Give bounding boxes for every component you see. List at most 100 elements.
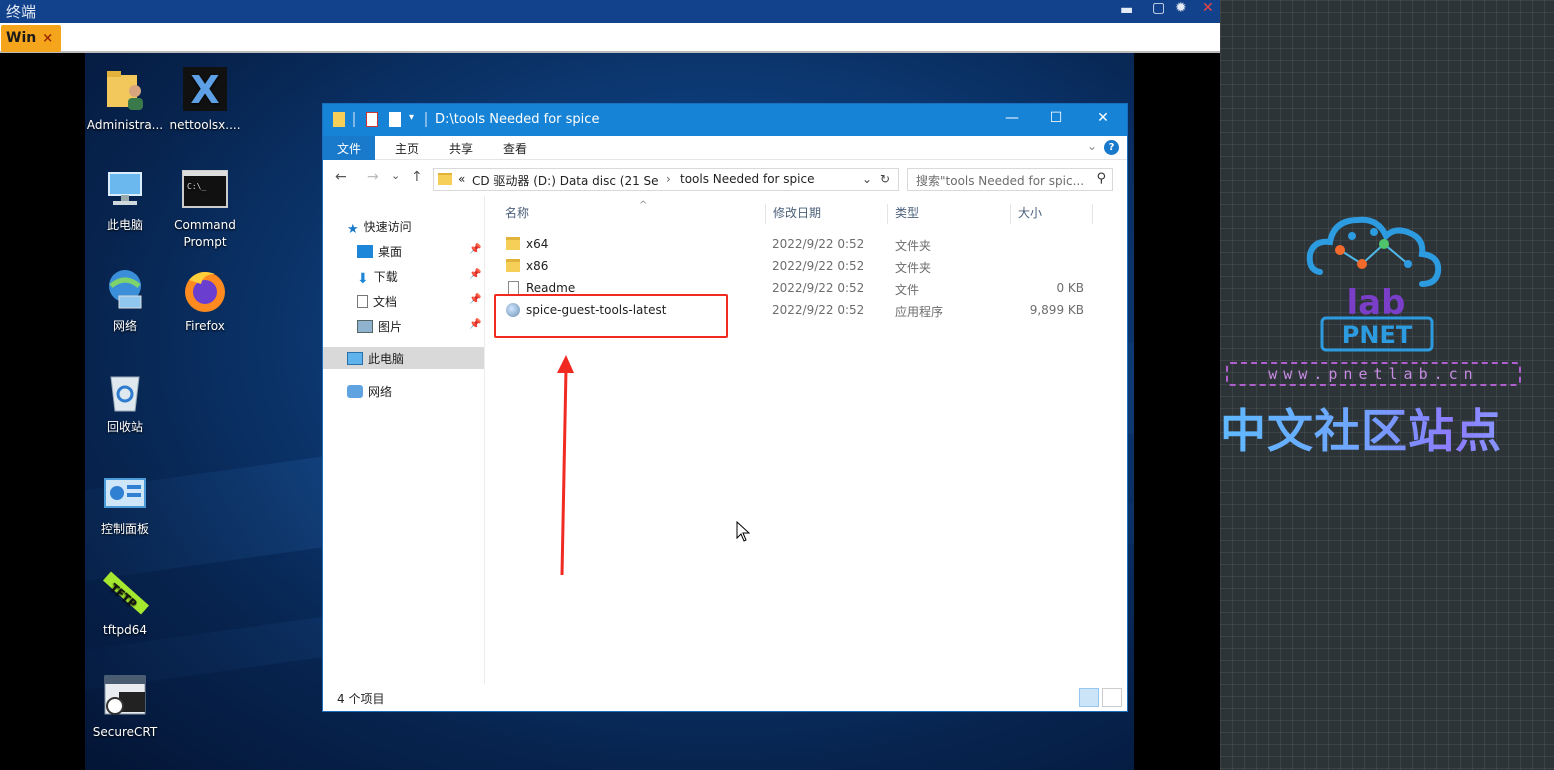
breadcrumb-folder[interactable]: tools Needed for spice [680, 172, 814, 186]
desktop-icon-label: SecureCRT [92, 725, 158, 739]
column-label: 大小 [1018, 206, 1043, 220]
maximize-button[interactable]: ☐ [1033, 110, 1079, 126]
nav-item-downloads[interactable]: ⬇ 下载 📌 [357, 268, 483, 290]
file-row[interactable]: x64 2022/9/22 0:52 文件夹 [486, 234, 1086, 256]
desktop-icon-tftpd64[interactable]: TFTP tftpd64 [85, 570, 165, 639]
remote-border-right [1134, 53, 1220, 770]
settings-icon[interactable]: ✹ [1175, 0, 1187, 16]
nav-item-desktop[interactable]: 桌面 📌 [357, 243, 483, 265]
this-pc-icon [101, 165, 149, 213]
desktop-icon-control-panel[interactable]: 控制面板 [85, 469, 165, 538]
nav-item-pictures[interactable]: 图片 📌 [357, 318, 483, 340]
tab-close-icon[interactable]: × [42, 31, 53, 46]
nav-item-quick-access[interactable]: ★ 快速访问 [347, 218, 412, 240]
column-label: 类型 [895, 206, 920, 220]
pin-icon[interactable]: 📌 [469, 244, 481, 255]
desktop-icon-command-prompt[interactable]: C:\_ Command Prompt [165, 165, 245, 251]
securecrt-icon [101, 672, 149, 720]
customize-toolbar-icon[interactable]: ▾ [409, 112, 421, 127]
new-folder-icon[interactable] [389, 112, 401, 127]
tab-win[interactable]: Win × [1, 25, 61, 52]
nav-item-this-pc[interactable]: 此电脑 [323, 347, 484, 369]
firefox-icon [181, 266, 229, 314]
forward-button[interactable]: → [367, 169, 379, 185]
recent-locations-button[interactable]: ⌄ [391, 169, 400, 182]
tab-share[interactable]: 共享 [435, 136, 487, 160]
recycle-bin-icon [101, 367, 149, 415]
file-type: 文件 [895, 283, 920, 297]
file-name: Readme [526, 281, 576, 295]
refresh-icon[interactable]: ↻ [880, 172, 890, 186]
file-type: 文件夹 [895, 239, 932, 253]
desktop-icon-recycle-bin[interactable]: 回收站 [85, 367, 165, 436]
file-row[interactable]: x86 2022/9/22 0:52 文件夹 [486, 256, 1086, 278]
separator [353, 112, 355, 127]
details-view-icon[interactable] [1079, 688, 1099, 707]
file-name: x64 [526, 237, 549, 251]
folder-icon [506, 259, 520, 272]
user-folder-icon [101, 65, 149, 113]
file-date: 2022/9/22 0:52 [772, 259, 865, 273]
explorer-titlebar[interactable]: ▾ D:\tools Needed for spice — ☐ ✕ [323, 104, 1127, 136]
tab-view[interactable]: 查看 [489, 136, 541, 160]
column-label: 修改日期 [773, 206, 822, 220]
breadcrumb-overflow[interactable]: « [458, 172, 465, 186]
desktop-icon-this-pc[interactable]: 此电脑 [85, 165, 165, 234]
desktop-icon-label: Command Prompt [174, 218, 236, 249]
minimize-icon[interactable]: ▬ [1120, 2, 1133, 18]
file-icon [508, 281, 519, 295]
item-count: 4 个项目 [337, 692, 385, 706]
breadcrumb-drive[interactable]: CD 驱动器 (D:) Data disc (21 Se [472, 172, 659, 189]
tab-label: Win [6, 30, 37, 46]
svg-text:X: X [190, 68, 219, 112]
highlight-box [494, 294, 728, 338]
restore-icon[interactable]: ▢ [1152, 0, 1165, 16]
help-icon[interactable]: ? [1104, 140, 1119, 155]
ribbon-expand-icon[interactable]: ⌄ [1087, 139, 1097, 153]
nav-item-network[interactable]: 网络 [347, 383, 392, 405]
search-input[interactable]: 搜索"tools Needed for spic... ⚲ [907, 168, 1113, 191]
column-header-type[interactable]: 类型 [888, 204, 1011, 224]
desktop-icon-securecrt[interactable]: SecureCRT [85, 672, 165, 741]
nettools-icon: X [181, 65, 229, 113]
file-date: 2022/9/22 0:52 [772, 281, 865, 295]
command-prompt-icon: C:\_ [181, 165, 229, 213]
tab-home[interactable]: 主页 [381, 136, 433, 160]
up-button[interactable]: ↑ [411, 169, 423, 185]
properties-icon[interactable] [366, 112, 378, 127]
back-button[interactable]: ← [335, 169, 347, 185]
pin-icon[interactable]: 📌 [469, 269, 481, 280]
desktop-icon-label: tftpd64 [103, 623, 147, 637]
terminal-title: 终端 [6, 3, 37, 21]
desktop-icon-label: 回收站 [106, 420, 143, 434]
minimize-button[interactable]: — [989, 110, 1035, 126]
pictures-icon [357, 320, 373, 333]
file-explorer-window[interactable]: ▾ D:\tools Needed for spice — ☐ ✕ 文件 主页 … [322, 103, 1128, 712]
nav-item-documents[interactable]: 文档 📌 [357, 293, 483, 315]
desktop-icon-administrator[interactable]: Administra... [85, 65, 165, 134]
column-header-name[interactable]: ^ 名称 [498, 200, 766, 224]
pin-icon[interactable]: 📌 [469, 319, 481, 330]
column-label: 名称 [505, 206, 530, 220]
column-header-date[interactable]: 修改日期 [766, 204, 888, 224]
address-dropdown-icon[interactable]: ⌄ [862, 172, 872, 186]
close-button[interactable]: ✕ [1080, 110, 1126, 126]
column-header-size[interactable]: 大小 [1011, 204, 1093, 224]
address-bar[interactable]: « CD 驱动器 (D:) Data disc (21 Se › tools N… [433, 168, 899, 191]
logo-chinese-title: 中文社区站点 [1220, 395, 1554, 461]
desktop-icon-label: 控制面板 [100, 522, 149, 536]
address-bar-row: ← → ⌄ ↑ « CD 驱动器 (D:) Data disc (21 Se ›… [323, 160, 1127, 196]
remote-border-left [0, 53, 85, 770]
desktop-icon-network[interactable]: 网络 [85, 266, 165, 335]
close-icon[interactable]: ✕ [1202, 0, 1214, 16]
desktop-icon-firefox[interactable]: Firefox [165, 266, 245, 335]
large-icons-view-icon[interactable] [1102, 688, 1122, 707]
desktop-icon-label: 此电脑 [106, 218, 143, 232]
desktop-icon-nettools[interactable]: X nettoolsx.... [165, 65, 245, 134]
tab-file[interactable]: 文件 [323, 136, 376, 160]
search-icon: ⚲ [1096, 171, 1106, 186]
network-icon [101, 266, 149, 314]
pin-icon[interactable]: 📌 [469, 294, 481, 305]
logo-url: www.pnetlab.cn [1226, 362, 1521, 386]
file-type: 应用程序 [895, 305, 944, 319]
